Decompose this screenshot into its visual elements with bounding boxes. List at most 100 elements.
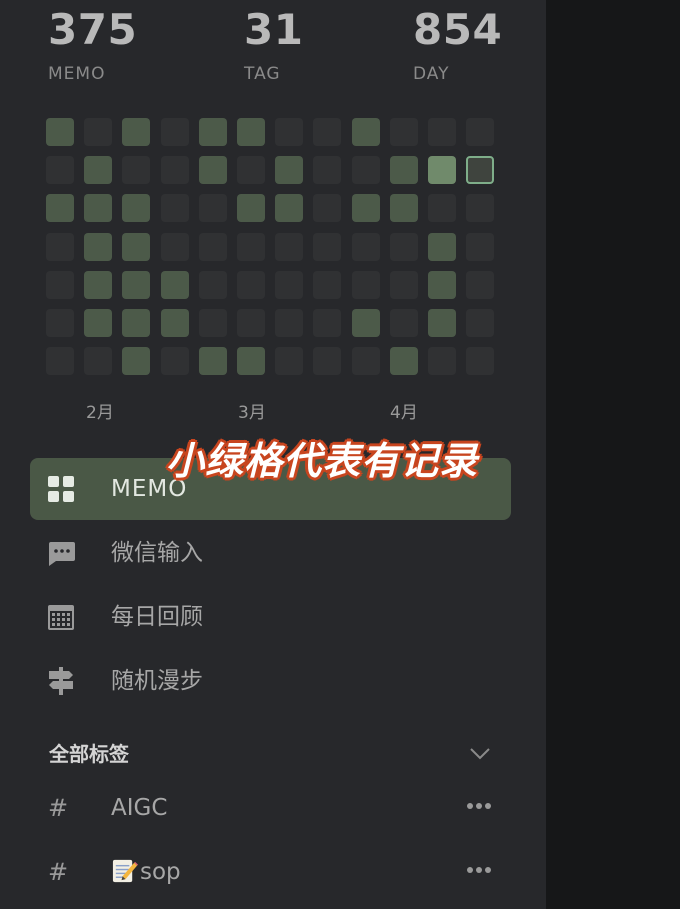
heatmap-cell[interactable] [466, 309, 494, 337]
heatmap-cell[interactable] [313, 309, 341, 337]
heatmap-cell[interactable] [428, 347, 456, 375]
heatmap-cell[interactable] [352, 233, 380, 261]
heatmap-cell[interactable] [466, 156, 494, 184]
heatmap-cell[interactable] [84, 156, 112, 184]
heatmap-cell[interactable] [46, 271, 74, 299]
heatmap-cell[interactable] [390, 233, 418, 261]
stat-tag[interactable]: 31 TAG [244, 4, 303, 84]
heatmap-cell[interactable] [275, 194, 303, 222]
heatmap-cell[interactable] [161, 271, 189, 299]
heatmap-cell[interactable] [313, 233, 341, 261]
heatmap-cell[interactable] [428, 118, 456, 146]
heatmap-cell[interactable] [390, 271, 418, 299]
chevron-down-icon[interactable] [468, 741, 492, 765]
heatmap-cell[interactable] [237, 309, 265, 337]
heatmap-cell[interactable] [390, 156, 418, 184]
heatmap-cell[interactable] [428, 156, 456, 184]
heatmap-cell[interactable] [390, 309, 418, 337]
heatmap-cell[interactable] [390, 118, 418, 146]
heatmap-cell[interactable] [428, 233, 456, 261]
heatmap-cell[interactable] [199, 156, 227, 184]
nav-item-daily-review[interactable]: 每日回顾 [30, 586, 511, 648]
heatmap-cell[interactable] [122, 271, 150, 299]
heatmap-cell[interactable] [352, 309, 380, 337]
heatmap-cell[interactable] [122, 347, 150, 375]
heatmap-cell[interactable] [466, 194, 494, 222]
heatmap-cell[interactable] [84, 271, 112, 299]
heatmap-cell[interactable] [122, 233, 150, 261]
heatmap-cell[interactable] [46, 118, 74, 146]
nav-item-label: 每日回顾 [111, 604, 203, 630]
heatmap-cell[interactable] [84, 233, 112, 261]
heatmap-cell[interactable] [161, 118, 189, 146]
heatmap-cell[interactable] [275, 233, 303, 261]
more-options-icon[interactable] [467, 803, 491, 811]
heatmap-cell[interactable] [275, 118, 303, 146]
tag-item-aigc[interactable]: # AIGC [30, 778, 511, 838]
heatmap-cell[interactable] [84, 118, 112, 146]
heatmap-cell[interactable] [352, 271, 380, 299]
heatmap-cell[interactable] [313, 118, 341, 146]
heatmap-cell[interactable] [466, 271, 494, 299]
heatmap-cell[interactable] [237, 271, 265, 299]
heatmap-cell[interactable] [313, 194, 341, 222]
heatmap-cell[interactable] [122, 118, 150, 146]
heatmap-cell[interactable] [237, 347, 265, 375]
heatmap-cell[interactable] [352, 118, 380, 146]
heatmap-cell[interactable] [199, 347, 227, 375]
heatmap-cell[interactable] [466, 118, 494, 146]
heatmap-cell[interactable] [84, 347, 112, 375]
nav-item-wechat-input[interactable]: 微信输入 [30, 522, 511, 584]
heatmap-cell[interactable] [161, 194, 189, 222]
heatmap-cell[interactable] [46, 233, 74, 261]
heatmap-cell[interactable] [46, 309, 74, 337]
calendar-icon [48, 605, 74, 630]
nav-item-label: 微信输入 [111, 540, 203, 566]
heatmap-cell[interactable] [237, 156, 265, 184]
heatmap-cell[interactable] [313, 271, 341, 299]
stat-memo[interactable]: 375 MEMO [48, 4, 137, 84]
heatmap-cell[interactable] [84, 194, 112, 222]
more-options-icon[interactable] [467, 867, 491, 875]
heatmap-cell[interactable] [199, 309, 227, 337]
heatmap-cell[interactable] [237, 194, 265, 222]
heatmap-cell[interactable] [275, 271, 303, 299]
heatmap-cell[interactable] [122, 309, 150, 337]
heatmap-cell[interactable] [352, 156, 380, 184]
heatmap-cell[interactable] [428, 271, 456, 299]
heatmap-cell[interactable] [122, 156, 150, 184]
tag-item-sop[interactable]: # sop [30, 842, 511, 902]
heatmap-cell[interactable] [352, 194, 380, 222]
heatmap-cell[interactable] [275, 309, 303, 337]
nav-item-label: 随机漫步 [111, 668, 203, 694]
heatmap-cell[interactable] [161, 309, 189, 337]
heatmap-cell[interactable] [199, 194, 227, 222]
heatmap-cell[interactable] [275, 156, 303, 184]
heatmap-cell[interactable] [390, 347, 418, 375]
heatmap-cell[interactable] [161, 347, 189, 375]
heatmap-cell[interactable] [313, 347, 341, 375]
heatmap-cell[interactable] [199, 271, 227, 299]
heatmap-cell[interactable] [46, 194, 74, 222]
heatmap-cell[interactable] [428, 309, 456, 337]
heatmap-cell[interactable] [161, 233, 189, 261]
heatmap-cell[interactable] [46, 156, 74, 184]
heatmap-cell[interactable] [275, 347, 303, 375]
heatmap-cell[interactable] [199, 233, 227, 261]
heatmap-cell[interactable] [466, 233, 494, 261]
heatmap-cell[interactable] [199, 118, 227, 146]
heatmap-cell[interactable] [428, 194, 456, 222]
heatmap-cell[interactable] [84, 309, 112, 337]
heatmap-cell[interactable] [237, 118, 265, 146]
heatmap-cell[interactable] [122, 194, 150, 222]
heatmap-cell[interactable] [466, 347, 494, 375]
heatmap-cell[interactable] [313, 156, 341, 184]
stat-day[interactable]: 854 DAY [413, 4, 502, 84]
heatmap-cell[interactable] [352, 347, 380, 375]
stat-tag-label: TAG [244, 64, 281, 84]
nav-item-random-walk[interactable]: 随机漫步 [30, 650, 511, 712]
heatmap-cell[interactable] [161, 156, 189, 184]
heatmap-cell[interactable] [237, 233, 265, 261]
heatmap-cell[interactable] [390, 194, 418, 222]
heatmap-cell[interactable] [46, 347, 74, 375]
